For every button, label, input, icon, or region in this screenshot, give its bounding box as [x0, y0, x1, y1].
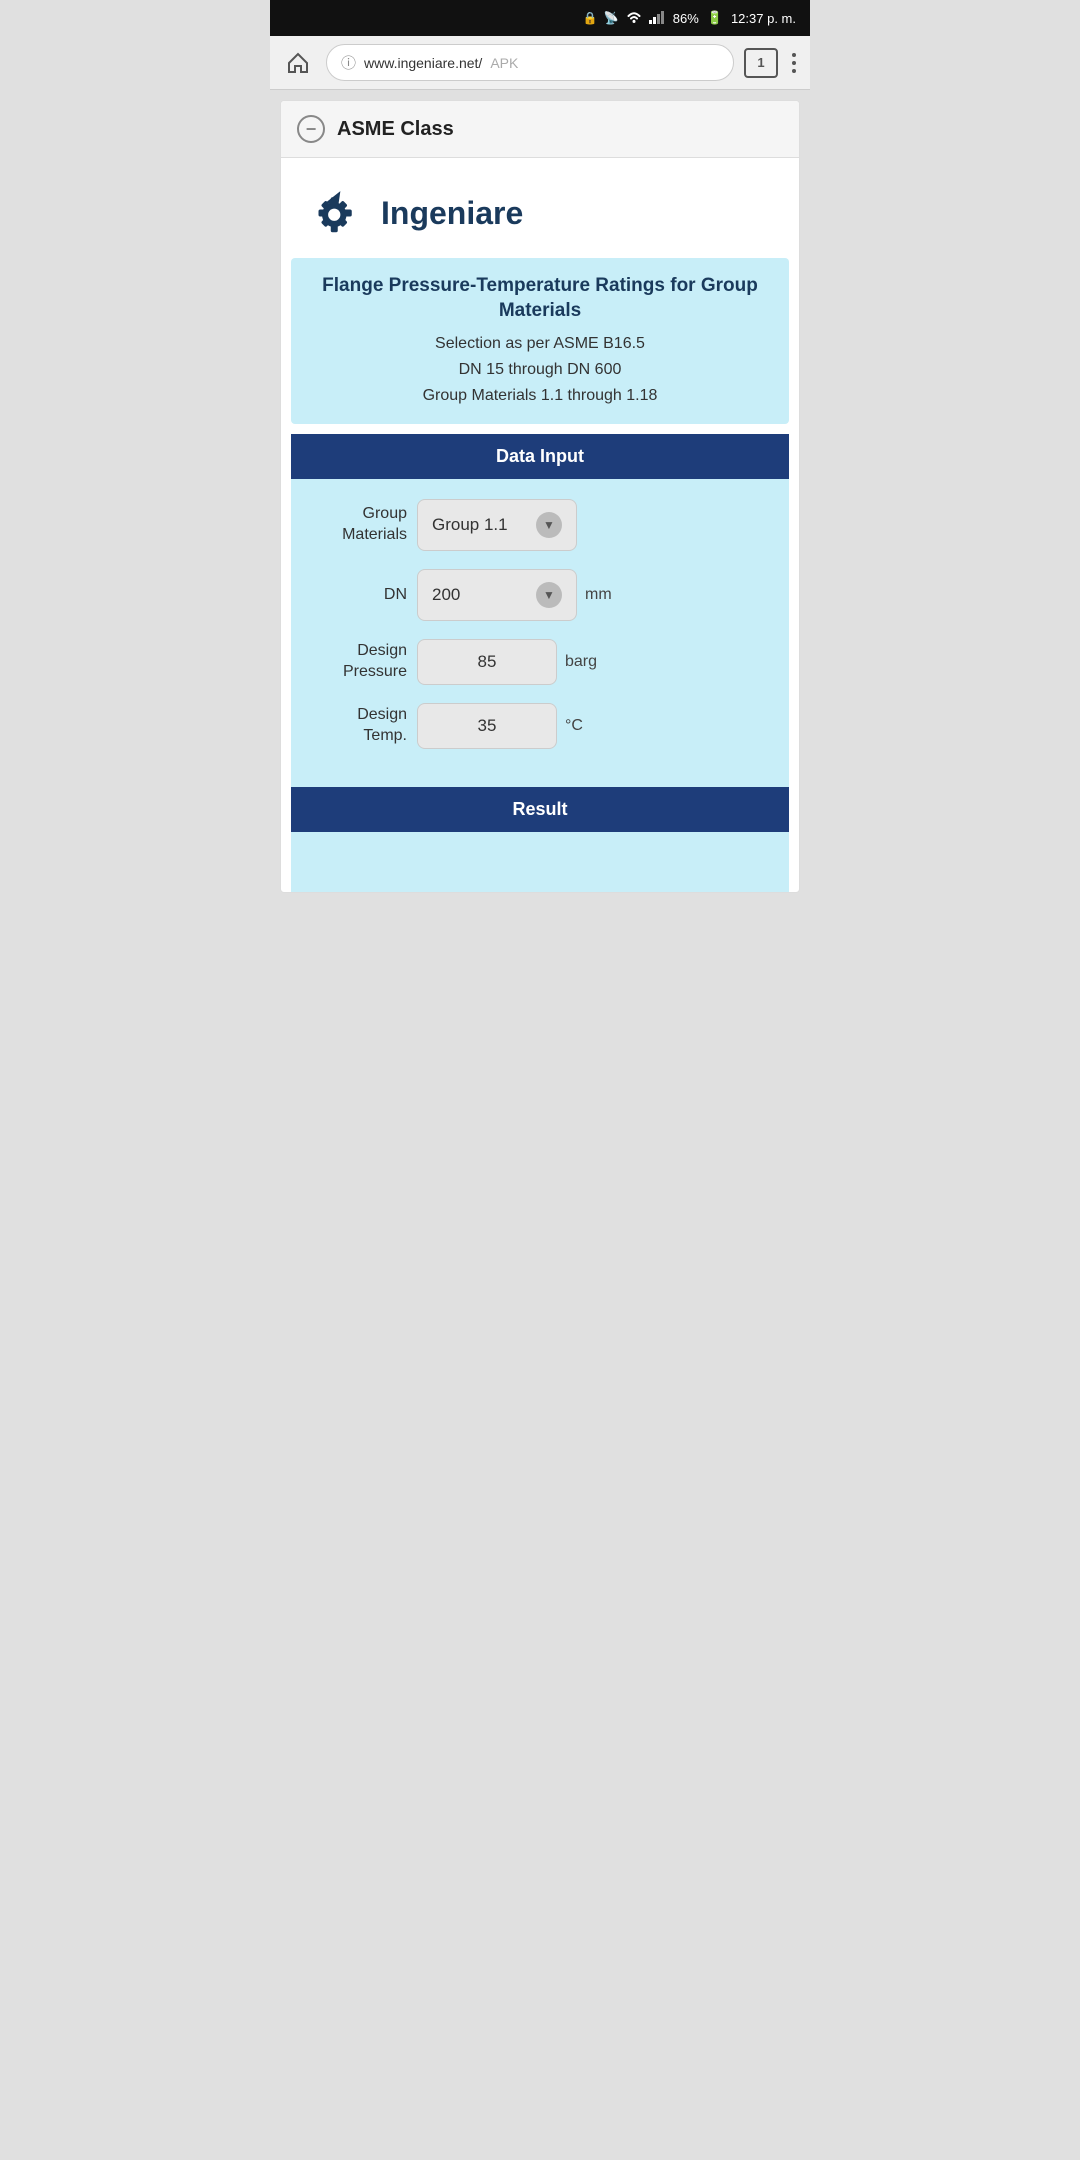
group-materials-dropdown[interactable]: Group 1.1 ▼: [417, 499, 577, 551]
browser-chrome: ⓘ www.ingeniare.net/APK 1: [270, 36, 810, 90]
signal-icon: [649, 10, 665, 27]
home-button[interactable]: [280, 45, 316, 81]
group-materials-control: Group 1.1 ▼: [417, 499, 773, 551]
design-pressure-label: DesignPressure: [307, 641, 407, 683]
tab-button[interactable]: 1: [744, 48, 778, 78]
design-temp-control: 35 °C: [417, 703, 773, 749]
design-temp-label: DesignTemp.: [307, 705, 407, 747]
info-icon: ⓘ: [341, 52, 356, 73]
design-temp-input[interactable]: 35: [417, 703, 557, 749]
status-icons: 🔒 📡: [583, 10, 665, 27]
data-input-label: Data Input: [496, 446, 584, 466]
info-box: Flange Pressure-Temperature Ratings for …: [291, 258, 789, 424]
logo-icon: [301, 178, 371, 248]
logo-text: Ingeniare: [381, 195, 523, 232]
status-bar: 🔒 📡 86% 🔋 12:37 p. m.: [270, 0, 810, 36]
logo-area: Ingeniare: [281, 158, 799, 258]
dn-arrow: ▼: [536, 582, 562, 608]
result-header: Result: [291, 787, 789, 832]
url-path: APK: [490, 55, 518, 71]
cast-icon: 📡: [604, 11, 619, 25]
design-pressure-unit: barg: [565, 653, 597, 671]
wifi-icon: [625, 10, 643, 27]
dn-unit: mm: [585, 586, 612, 604]
dn-control: 200 ▼ mm: [417, 569, 773, 621]
design-pressure-control: 85 barg: [417, 639, 773, 685]
info-main-title: Flange Pressure-Temperature Ratings for …: [307, 274, 773, 323]
browser-menu-button[interactable]: [788, 49, 800, 77]
dn-dropdown[interactable]: 200 ▼: [417, 569, 577, 621]
info-line1: Selection as per ASME B16.5 DN 15 throug…: [307, 331, 773, 408]
group-materials-value: Group 1.1: [432, 515, 508, 535]
data-input-header: Data Input: [291, 434, 789, 479]
section-title: ASME Class: [337, 118, 454, 141]
design-pressure-row: DesignPressure 85 barg: [307, 639, 773, 685]
design-temp-unit: °C: [565, 717, 583, 735]
dn-label: DN: [307, 585, 407, 606]
data-input-body: GroupMaterials Group 1.1 ▼ DN 200 ▼ mm D…: [291, 479, 789, 787]
result-body: [291, 832, 789, 892]
design-temp-row: DesignTemp. 35 °C: [307, 703, 773, 749]
address-bar[interactable]: ⓘ www.ingeniare.net/APK: [326, 44, 734, 81]
sim-icon: 🔒: [583, 11, 598, 25]
group-materials-label: GroupMaterials: [307, 504, 407, 546]
collapse-button[interactable]: −: [297, 115, 325, 143]
result-label: Result: [512, 799, 567, 819]
battery-percentage: 86%: [673, 11, 699, 26]
battery-icon: 🔋: [707, 10, 723, 26]
dn-row: DN 200 ▼ mm: [307, 569, 773, 621]
clock: 12:37 p. m.: [731, 11, 796, 26]
dn-value: 200: [432, 585, 460, 605]
url-base: www.ingeniare.net/: [364, 55, 482, 71]
main-content: − ASME Class: [280, 100, 800, 893]
group-materials-row: GroupMaterials Group 1.1 ▼: [307, 499, 773, 551]
section-header: − ASME Class: [281, 101, 799, 158]
design-pressure-input[interactable]: 85: [417, 639, 557, 685]
group-materials-arrow: ▼: [536, 512, 562, 538]
